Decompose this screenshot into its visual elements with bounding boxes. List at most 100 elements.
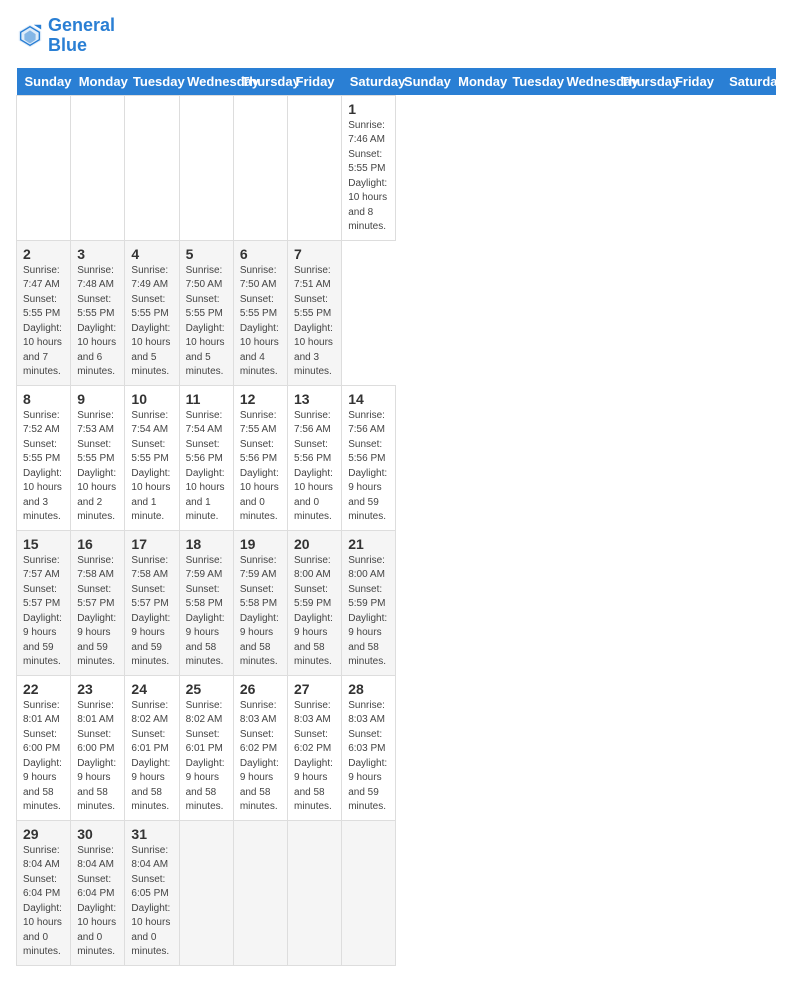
day-info: Sunrise: 7:56 AM Sunset: 5:56 PM Dayligh… xyxy=(294,409,335,525)
col-header-tuesday: Tuesday xyxy=(125,68,179,96)
calendar-cell: 7 Sunrise: 7:51 AM Sunset: 5:55 PM Dayli… xyxy=(288,240,342,385)
day-number: 7 xyxy=(294,246,335,262)
day-number: 30 xyxy=(77,826,118,842)
col-header-saturday: Saturday xyxy=(721,68,775,96)
calendar-cell xyxy=(233,820,287,965)
day-number: 10 xyxy=(131,391,172,407)
calendar-cell: 1 Sunrise: 7:46 AM Sunset: 5:55 PM Dayli… xyxy=(342,95,396,240)
calendar-table: SundayMondayTuesdayWednesdayThursdayFrid… xyxy=(16,68,776,966)
day-info: Sunrise: 7:50 AM Sunset: 5:55 PM Dayligh… xyxy=(240,264,281,380)
day-number: 20 xyxy=(294,536,335,552)
day-number: 24 xyxy=(131,681,172,697)
logo-text: General Blue xyxy=(48,16,115,56)
col-header-tuesday: Tuesday xyxy=(504,68,558,96)
day-info: Sunrise: 7:52 AM Sunset: 5:55 PM Dayligh… xyxy=(23,409,64,525)
day-number: 1 xyxy=(348,101,389,117)
calendar-cell: 29 Sunrise: 8:04 AM Sunset: 6:04 PM Dayl… xyxy=(17,820,71,965)
calendar-cell xyxy=(71,95,125,240)
day-number: 6 xyxy=(240,246,281,262)
col-header-thursday: Thursday xyxy=(613,68,667,96)
day-number: 28 xyxy=(348,681,389,697)
day-info: Sunrise: 7:46 AM Sunset: 5:55 PM Dayligh… xyxy=(348,119,389,235)
day-info: Sunrise: 7:56 AM Sunset: 5:56 PM Dayligh… xyxy=(348,409,389,525)
day-number: 31 xyxy=(131,826,172,842)
calendar-cell: 14 Sunrise: 7:56 AM Sunset: 5:56 PM Dayl… xyxy=(342,385,396,530)
calendar-cell: 9 Sunrise: 7:53 AM Sunset: 5:55 PM Dayli… xyxy=(71,385,125,530)
day-info: Sunrise: 8:03 AM Sunset: 6:02 PM Dayligh… xyxy=(294,699,335,815)
col-header-friday: Friday xyxy=(667,68,721,96)
day-info: Sunrise: 7:50 AM Sunset: 5:55 PM Dayligh… xyxy=(186,264,227,380)
day-info: Sunrise: 7:48 AM Sunset: 5:55 PM Dayligh… xyxy=(77,264,118,380)
day-number: 4 xyxy=(131,246,172,262)
calendar-cell: 8 Sunrise: 7:52 AM Sunset: 5:55 PM Dayli… xyxy=(17,385,71,530)
calendar-cell: 6 Sunrise: 7:50 AM Sunset: 5:55 PM Dayli… xyxy=(233,240,287,385)
calendar-cell: 26 Sunrise: 8:03 AM Sunset: 6:02 PM Dayl… xyxy=(233,675,287,820)
calendar-cell: 25 Sunrise: 8:02 AM Sunset: 6:01 PM Dayl… xyxy=(179,675,233,820)
calendar-week-row: 2 Sunrise: 7:47 AM Sunset: 5:55 PM Dayli… xyxy=(17,240,776,385)
calendar-cell: 31 Sunrise: 8:04 AM Sunset: 6:05 PM Dayl… xyxy=(125,820,179,965)
col-header-monday: Monday xyxy=(450,68,504,96)
day-number: 8 xyxy=(23,391,64,407)
calendar-cell: 15 Sunrise: 7:57 AM Sunset: 5:57 PM Dayl… xyxy=(17,530,71,675)
calendar-cell: 13 Sunrise: 7:56 AM Sunset: 5:56 PM Dayl… xyxy=(288,385,342,530)
calendar-cell: 21 Sunrise: 8:00 AM Sunset: 5:59 PM Dayl… xyxy=(342,530,396,675)
day-number: 26 xyxy=(240,681,281,697)
col-header-monday: Monday xyxy=(71,68,125,96)
col-header-thursday: Thursday xyxy=(233,68,287,96)
calendar-cell: 28 Sunrise: 8:03 AM Sunset: 6:03 PM Dayl… xyxy=(342,675,396,820)
day-info: Sunrise: 8:04 AM Sunset: 6:04 PM Dayligh… xyxy=(77,844,118,960)
calendar-cell xyxy=(179,820,233,965)
day-info: Sunrise: 8:02 AM Sunset: 6:01 PM Dayligh… xyxy=(131,699,172,815)
day-number: 16 xyxy=(77,536,118,552)
calendar-week-row: 22 Sunrise: 8:01 AM Sunset: 6:00 PM Dayl… xyxy=(17,675,776,820)
logo-icon xyxy=(16,22,44,50)
calendar-cell: 10 Sunrise: 7:54 AM Sunset: 5:55 PM Dayl… xyxy=(125,385,179,530)
day-info: Sunrise: 7:53 AM Sunset: 5:55 PM Dayligh… xyxy=(77,409,118,525)
page-header: General Blue xyxy=(16,16,776,56)
day-number: 18 xyxy=(186,536,227,552)
calendar-cell: 11 Sunrise: 7:54 AM Sunset: 5:56 PM Dayl… xyxy=(179,385,233,530)
day-number: 14 xyxy=(348,391,389,407)
day-info: Sunrise: 7:49 AM Sunset: 5:55 PM Dayligh… xyxy=(131,264,172,380)
day-number: 19 xyxy=(240,536,281,552)
calendar-cell: 17 Sunrise: 7:58 AM Sunset: 5:57 PM Dayl… xyxy=(125,530,179,675)
day-number: 23 xyxy=(77,681,118,697)
calendar-cell: 27 Sunrise: 8:03 AM Sunset: 6:02 PM Dayl… xyxy=(288,675,342,820)
col-header-sunday: Sunday xyxy=(396,68,450,96)
day-info: Sunrise: 8:01 AM Sunset: 6:00 PM Dayligh… xyxy=(23,699,64,815)
day-info: Sunrise: 8:04 AM Sunset: 6:05 PM Dayligh… xyxy=(131,844,172,960)
calendar-cell: 22 Sunrise: 8:01 AM Sunset: 6:00 PM Dayl… xyxy=(17,675,71,820)
col-header-saturday: Saturday xyxy=(342,68,396,96)
calendar-cell: 18 Sunrise: 7:59 AM Sunset: 5:58 PM Dayl… xyxy=(179,530,233,675)
day-number: 3 xyxy=(77,246,118,262)
day-info: Sunrise: 7:54 AM Sunset: 5:55 PM Dayligh… xyxy=(131,409,172,525)
day-number: 11 xyxy=(186,391,227,407)
calendar-cell xyxy=(179,95,233,240)
day-number: 15 xyxy=(23,536,64,552)
calendar-week-row: 1 Sunrise: 7:46 AM Sunset: 5:55 PM Dayli… xyxy=(17,95,776,240)
col-header-friday: Friday xyxy=(288,68,342,96)
col-header-wednesday: Wednesday xyxy=(559,68,613,96)
day-number: 22 xyxy=(23,681,64,697)
day-info: Sunrise: 8:01 AM Sunset: 6:00 PM Dayligh… xyxy=(77,699,118,815)
day-number: 12 xyxy=(240,391,281,407)
day-info: Sunrise: 7:47 AM Sunset: 5:55 PM Dayligh… xyxy=(23,264,64,380)
calendar-cell: 24 Sunrise: 8:02 AM Sunset: 6:01 PM Dayl… xyxy=(125,675,179,820)
day-number: 21 xyxy=(348,536,389,552)
day-number: 27 xyxy=(294,681,335,697)
day-number: 17 xyxy=(131,536,172,552)
day-info: Sunrise: 7:55 AM Sunset: 5:56 PM Dayligh… xyxy=(240,409,281,525)
calendar-week-row: 29 Sunrise: 8:04 AM Sunset: 6:04 PM Dayl… xyxy=(17,820,776,965)
day-info: Sunrise: 8:03 AM Sunset: 6:02 PM Dayligh… xyxy=(240,699,281,815)
day-number: 13 xyxy=(294,391,335,407)
calendar-cell: 20 Sunrise: 8:00 AM Sunset: 5:59 PM Dayl… xyxy=(288,530,342,675)
calendar-cell: 12 Sunrise: 7:55 AM Sunset: 5:56 PM Dayl… xyxy=(233,385,287,530)
day-info: Sunrise: 8:02 AM Sunset: 6:01 PM Dayligh… xyxy=(186,699,227,815)
day-info: Sunrise: 8:04 AM Sunset: 6:04 PM Dayligh… xyxy=(23,844,64,960)
calendar-cell: 23 Sunrise: 8:01 AM Sunset: 6:00 PM Dayl… xyxy=(71,675,125,820)
calendar-cell: 3 Sunrise: 7:48 AM Sunset: 5:55 PM Dayli… xyxy=(71,240,125,385)
day-info: Sunrise: 8:03 AM Sunset: 6:03 PM Dayligh… xyxy=(348,699,389,815)
day-number: 9 xyxy=(77,391,118,407)
calendar-cell: 16 Sunrise: 7:58 AM Sunset: 5:57 PM Dayl… xyxy=(71,530,125,675)
calendar-cell xyxy=(342,820,396,965)
